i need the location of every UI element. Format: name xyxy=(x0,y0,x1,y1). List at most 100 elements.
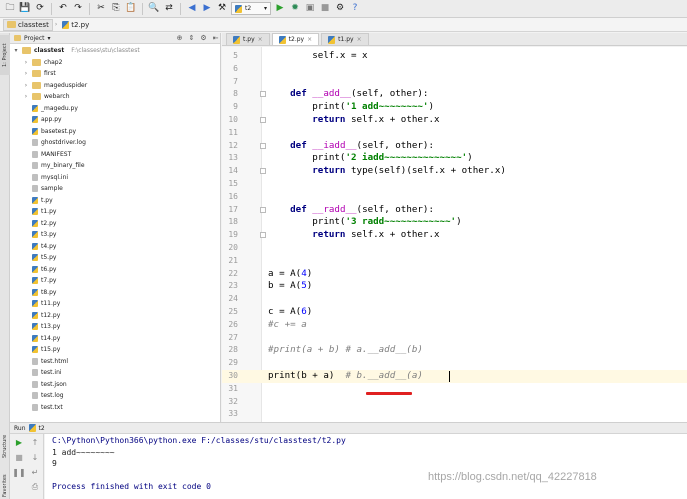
sync-icon[interactable]: ⟳ xyxy=(34,3,46,15)
fold-marker-icon[interactable] xyxy=(260,91,266,98)
code-line[interactable]: 29 xyxy=(222,357,687,370)
code-line[interactable]: 23 b = A(5) xyxy=(222,280,687,293)
code-line[interactable]: 8 def __add__(self, other): xyxy=(222,88,687,101)
code-line[interactable]: 7 xyxy=(222,76,687,89)
tree-item[interactable]: t2.py xyxy=(10,218,220,230)
forward-icon[interactable]: ▶ xyxy=(201,3,213,15)
rerun-icon[interactable]: ▶ xyxy=(14,437,24,447)
code-line[interactable]: 9 print('1 add~~~~~~~~') xyxy=(222,101,687,114)
tree-item[interactable]: t15.py xyxy=(10,344,220,356)
tree-item[interactable]: test.txt xyxy=(10,402,220,414)
code-line[interactable]: 17 def __radd__(self, other): xyxy=(222,204,687,217)
code-line[interactable]: 5 self.x = x xyxy=(222,50,687,63)
tree-item[interactable]: test.html xyxy=(10,356,220,368)
code-line[interactable]: 15 xyxy=(222,178,687,191)
code-line[interactable]: 26 #c += a xyxy=(222,319,687,332)
chevron-right-icon[interactable]: › xyxy=(23,93,29,100)
code-line[interactable]: 12 def __iadd__(self, other): xyxy=(222,140,687,153)
tree-item[interactable]: › first xyxy=(10,68,220,80)
code-editor[interactable]: 5 self.x = x678 def __add__(self, other)… xyxy=(222,47,687,422)
tree-item[interactable]: › mageduspider xyxy=(10,80,220,92)
code-line[interactable]: 10 return self.x + other.x xyxy=(222,114,687,127)
code-line[interactable]: 32 xyxy=(222,396,687,409)
chevron-down-icon[interactable]: ▾ xyxy=(48,35,51,42)
code-line[interactable]: 28 #print(a + b) # a.__add__(b) xyxy=(222,344,687,357)
save-all-icon[interactable]: 💾 xyxy=(19,3,31,15)
collapse-icon[interactable]: ⇕ xyxy=(187,34,196,43)
structure-tool-tab[interactable]: Structure xyxy=(0,428,10,464)
project-panel-title[interactable]: Project xyxy=(24,35,45,42)
code-line[interactable]: 16 xyxy=(222,191,687,204)
copy-icon[interactable]: ⎘ xyxy=(110,3,122,15)
code-line[interactable]: 13 print('2 iadd~~~~~~~~~~~~~~') xyxy=(222,152,687,165)
close-icon[interactable]: × xyxy=(307,36,312,43)
project-tool-tab[interactable]: 1: Project xyxy=(0,35,10,75)
find-icon[interactable]: 🔍 xyxy=(148,3,160,15)
cut-icon[interactable]: ✂ xyxy=(95,3,107,15)
tree-item[interactable]: t13.py xyxy=(10,321,220,333)
tree-item[interactable]: t12.py xyxy=(10,310,220,322)
debug-icon[interactable]: ✹ xyxy=(289,3,301,15)
stop-icon[interactable]: ■ xyxy=(14,452,24,462)
code-line[interactable]: 25 c = A(6) xyxy=(222,306,687,319)
tree-item[interactable]: › chap2 xyxy=(10,57,220,69)
pause-output-icon[interactable]: ❚❚ xyxy=(12,467,25,477)
fold-marker-icon[interactable] xyxy=(260,142,266,149)
help-icon[interactable]: ? xyxy=(349,3,361,15)
vcs-icon[interactable]: ⚙ xyxy=(334,3,346,15)
tree-item[interactable]: test.json xyxy=(10,379,220,391)
fold-marker-icon[interactable] xyxy=(260,206,266,213)
replace-icon[interactable]: ⇄ xyxy=(163,3,175,15)
run-console[interactable]: C:\Python\Python366\python.exe F:/classe… xyxy=(45,434,687,499)
tree-root[interactable]: ▾ classtest F:\classes\stu\classtest xyxy=(10,45,220,57)
tree-item[interactable]: t4.py xyxy=(10,241,220,253)
tree-item[interactable]: app.py xyxy=(10,114,220,126)
code-line[interactable]: 27 xyxy=(222,332,687,345)
redo-icon[interactable]: ↷ xyxy=(72,3,84,15)
breadcrumb-file[interactable]: t2.py xyxy=(59,19,92,31)
run-icon[interactable]: ▶ xyxy=(274,3,286,15)
fold-marker-icon[interactable] xyxy=(260,232,266,239)
undo-icon[interactable]: ↶ xyxy=(57,3,69,15)
chevron-right-icon[interactable]: › xyxy=(23,59,29,66)
print-icon[interactable]: ⎙ xyxy=(30,482,40,492)
tree-item[interactable]: test.ini xyxy=(10,367,220,379)
scroll-down-icon[interactable]: ↓ xyxy=(30,452,40,462)
tree-item[interactable]: MANIFEST xyxy=(10,149,220,161)
tree-item[interactable]: t.py xyxy=(10,195,220,207)
code-line[interactable]: 30 print(b + a) # b.__add__(a) xyxy=(222,370,687,383)
code-line[interactable]: 31 xyxy=(222,383,687,396)
chevron-right-icon[interactable]: › xyxy=(23,82,29,89)
fold-marker-icon[interactable] xyxy=(260,168,266,175)
run-config-tab[interactable]: t2 xyxy=(39,425,45,432)
scroll-up-icon[interactable]: ↑ xyxy=(30,437,40,447)
tree-item[interactable]: _magedu.py xyxy=(10,103,220,115)
close-icon[interactable]: × xyxy=(357,36,362,43)
back-icon[interactable]: ◀ xyxy=(186,3,198,15)
code-line[interactable]: 20 xyxy=(222,242,687,255)
tree-item[interactable]: t5.py xyxy=(10,252,220,264)
editor-tab[interactable]: t1.py × xyxy=(321,33,369,45)
paste-icon[interactable]: 📋 xyxy=(125,3,137,15)
tree-item[interactable]: basetest.py xyxy=(10,126,220,138)
code-line[interactable]: 24 xyxy=(222,293,687,306)
hide-icon[interactable]: ⇤ xyxy=(211,34,220,43)
tree-item[interactable]: t8.py xyxy=(10,287,220,299)
gear-icon[interactable]: ⚙ xyxy=(199,34,208,43)
tree-item[interactable]: my_binary_file xyxy=(10,160,220,172)
code-line[interactable]: 33 xyxy=(222,408,687,421)
close-icon[interactable]: × xyxy=(258,36,263,43)
favorites-tool-tab[interactable]: Favorites xyxy=(0,473,10,499)
code-line[interactable]: 21 xyxy=(222,255,687,268)
chevron-down-icon[interactable]: ▾ xyxy=(13,47,19,54)
code-line[interactable]: 19 return self.x + other.x xyxy=(222,229,687,242)
editor-tab[interactable]: t2.py × xyxy=(271,33,320,45)
build-icon[interactable]: ⚒ xyxy=(216,3,228,15)
chevron-right-icon[interactable]: › xyxy=(23,70,29,77)
code-line[interactable]: 18 print('3 radd~~~~~~~~~~~~') xyxy=(222,216,687,229)
tree-item[interactable]: › webarch xyxy=(10,91,220,103)
stop-icon[interactable]: ■ xyxy=(319,3,331,15)
tree-item[interactable]: t3.py xyxy=(10,229,220,241)
tree-item[interactable]: t7.py xyxy=(10,275,220,287)
tree-item[interactable]: sample xyxy=(10,183,220,195)
